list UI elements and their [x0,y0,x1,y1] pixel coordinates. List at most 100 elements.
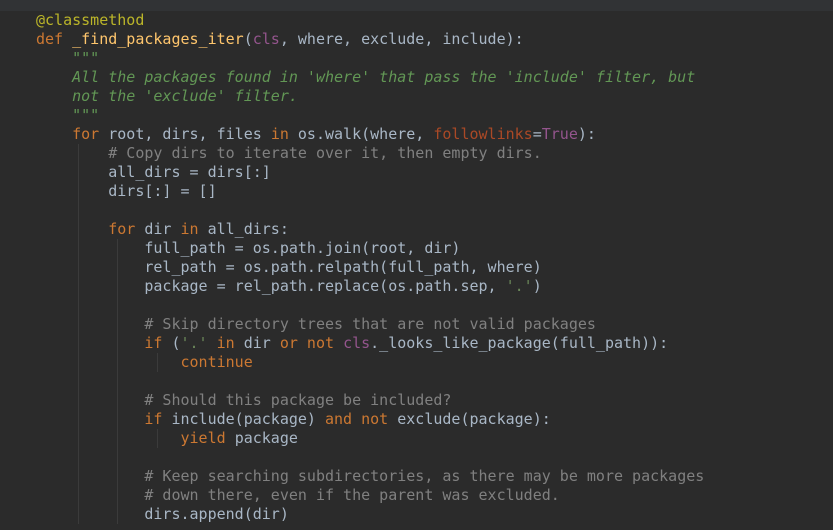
code-line[interactable]: # Should this package be included? [36,391,704,410]
code-area[interactable]: @classmethod def _find_packages_iter(cls,… [36,11,704,524]
code-line[interactable]: rel_path = os.path.relpath(full_path, wh… [36,258,704,277]
indent-guide [77,505,79,524]
indent-guide [77,201,79,220]
code-token: and not [325,410,398,428]
indent-guide [117,505,119,524]
code-token: package [234,429,298,447]
code-token: followlinks [433,125,533,143]
indent-guide [77,334,79,353]
code-token: all_dirs = dirs[:] [108,163,271,181]
indent-guide [77,372,79,391]
indent-guide [117,448,119,467]
indent-guide [77,467,79,486]
indent-guide [117,239,119,258]
code-token: not the 'exclude' filter. [72,87,298,105]
code-token: """ [72,49,100,67]
code-line[interactable]: dirs[:] = [] [36,182,704,201]
code-token: ( [171,334,181,352]
code-line[interactable]: # Keep searching subdirectories, as ther… [36,467,704,486]
code-token: for [108,220,145,238]
code-line[interactable]: # Skip directory trees that are not vali… [36,315,704,334]
code-token: rel_path = os.path.relpath(full_path, wh… [144,258,542,276]
code-line[interactable]: # down there, even if the parent was exc… [36,486,704,505]
code-token: dirs.append(dir) [144,505,289,523]
code-line[interactable]: for dir in all_dirs: [36,220,704,239]
indent-guide [77,258,79,277]
code-line[interactable]: package = rel_path.replace(os.path.sep, … [36,277,704,296]
code-token: # Should this package be included? [144,391,452,409]
code-line[interactable]: continue [36,353,704,372]
code-line[interactable]: if include(package) and not exclude(pack… [36,410,704,429]
code-line[interactable] [36,372,704,391]
code-token: root, dirs, files [108,125,271,143]
code-token: continue [180,353,253,371]
code-token: or not [279,334,344,352]
code-token: '.' [180,334,208,352]
indent-guide [77,182,79,201]
code-line[interactable]: @classmethod [36,11,704,30]
indent-guide [77,277,79,296]
code-token: in [270,125,298,143]
code-token: cls [343,334,371,352]
code-token: '.' [505,277,533,295]
code-token: exclude(package): [397,410,551,428]
code-line[interactable]: def _find_packages_iter(cls, where, excl… [36,30,704,49]
indent-guide [117,277,119,296]
code-line[interactable]: yield package [36,429,704,448]
indent-guide [117,391,119,410]
code-editor[interactable]: @classmethod def _find_packages_iter(cls,… [0,0,833,530]
indent-guide [77,296,79,315]
code-line[interactable]: All the packages found in 'where' that p… [36,68,704,87]
code-line[interactable]: dirs.append(dir) [36,505,704,524]
indent-guide [77,315,79,334]
indent-guide [117,429,119,448]
code-line[interactable]: # Copy dirs to iterate over it, then emp… [36,144,704,163]
code-line[interactable]: all_dirs = dirs[:] [36,163,704,182]
code-line[interactable]: full_path = os.path.join(root, dir) [36,239,704,258]
indent-guide [77,239,79,258]
code-token: cls [252,30,280,48]
code-line[interactable]: if ('.' in dir or not cls._looks_like_pa… [36,334,704,353]
code-line[interactable]: """ [36,106,704,125]
indent-guide [77,144,79,163]
code-token: dir [144,220,181,238]
code-token: dirs[:] = [] [108,182,217,200]
code-line[interactable] [36,448,704,467]
code-token: package = rel_path.replace(os.path.sep, [144,277,506,295]
code-token: ._looks_like_package(full_path)): [370,334,669,352]
code-token: in [207,334,244,352]
code-line[interactable] [36,296,704,315]
indent-guide [117,410,119,429]
code-line[interactable] [36,201,704,220]
code-token: full_path = os.path.join(root, dir) [144,239,461,257]
code-line[interactable]: for root, dirs, files in os.walk(where, … [36,125,704,144]
editor-top-strip [0,0,833,11]
code-line[interactable]: """ [36,49,704,68]
code-token: for [72,125,109,143]
code-line[interactable]: not the 'exclude' filter. [36,87,704,106]
code-token: _find_packages_iter [72,30,244,48]
code-token: # Copy dirs to iterate over it, then emp… [108,144,542,162]
code-token: = [532,125,542,143]
code-token: # down there, even if the parent was exc… [144,486,560,504]
indent-guide [77,391,79,410]
code-token: ) [532,277,542,295]
